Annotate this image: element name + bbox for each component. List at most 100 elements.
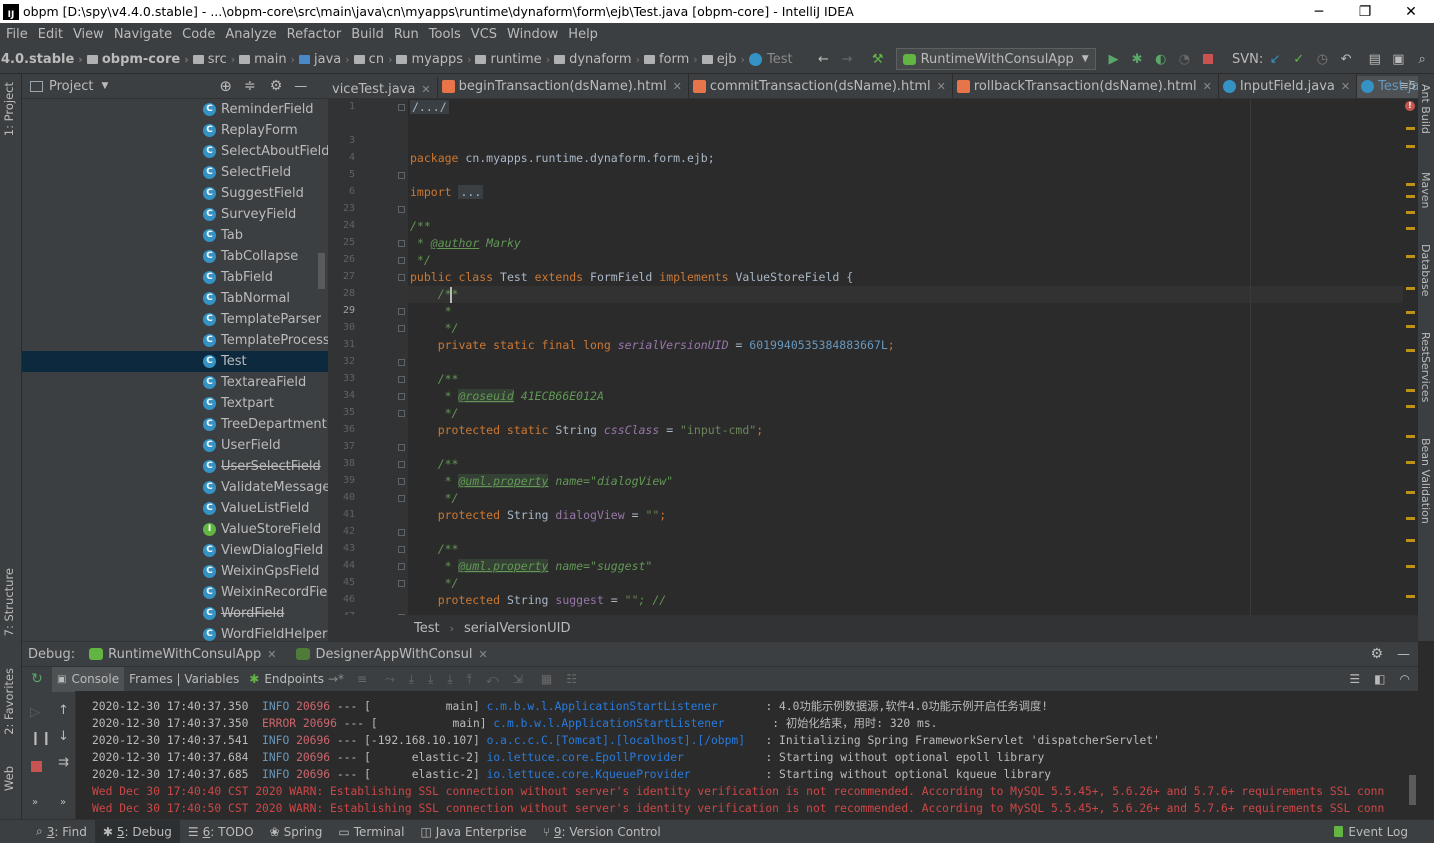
code-editor[interactable]: /.../ package cn.myapps.runtime.dynaform… [408, 99, 1398, 615]
menu-refactor[interactable]: Refactor [282, 27, 347, 42]
project-tree-item[interactable]: C TabNormal [22, 288, 328, 309]
fold-marker-icon[interactable] [398, 206, 405, 213]
project-tree-item[interactable]: C ReminderField [22, 99, 328, 120]
svn-history-icon[interactable]: ◷ [1316, 51, 1330, 67]
menu-file[interactable]: File [0, 27, 33, 42]
project-tree-item[interactable]: C ViewDialogField [22, 540, 328, 561]
error-icon[interactable]: ! [1405, 101, 1415, 111]
resume-icon[interactable]: ▷ [30, 705, 40, 720]
back-arrow-icon[interactable]: ← [817, 51, 831, 67]
warning-marker[interactable] [1406, 311, 1415, 314]
scroll-down-icon[interactable]: ↓ [58, 729, 69, 744]
project-tree-item[interactable]: I ValueStoreField [22, 519, 328, 540]
menu-view[interactable]: View [68, 27, 109, 42]
fold-marker-icon[interactable] [398, 274, 405, 281]
tool-tab-structure[interactable]: 7: Structure [2, 568, 16, 636]
warning-marker[interactable] [1406, 435, 1415, 438]
event-log-button[interactable]: Event Log [1326, 820, 1416, 843]
close-button[interactable]: ✕ [1388, 4, 1434, 20]
scroll-up-icon[interactable]: ↑ [58, 703, 69, 718]
profile-icon[interactable]: ◔ [1178, 51, 1192, 67]
project-tree-item[interactable]: C TabField [22, 267, 328, 288]
nav-crumb-main[interactable]: main › [237, 52, 297, 67]
drop-frame-icon[interactable]: ⤺ [486, 672, 499, 687]
run-with-coverage-icon[interactable]: ◐ [1154, 51, 1168, 67]
nav-crumb-java[interactable]: java › [297, 52, 352, 67]
project-tree-item[interactable]: C WeixinGpsField [22, 561, 328, 582]
close-icon[interactable]: ✕ [479, 648, 488, 661]
menu-lines-icon[interactable]: ≡ [357, 672, 367, 686]
trace-icon[interactable]: ☷ [566, 672, 577, 686]
project-tree-item[interactable]: C SuggestField [22, 183, 328, 204]
stop-icon[interactable] [1201, 51, 1215, 67]
nav-crumb-runtime[interactable]: runtime › [473, 52, 552, 67]
build-hammer-icon[interactable]: ⚒ [871, 51, 885, 67]
svn-commit-icon[interactable]: ✓ [1292, 51, 1306, 67]
close-icon[interactable]: ✕ [1203, 80, 1212, 93]
close-icon[interactable]: ✕ [267, 648, 276, 661]
minimize-button[interactable]: ─ [1296, 4, 1342, 20]
project-tree-item[interactable]: C ValueListField [22, 498, 328, 519]
nav-crumb-module[interactable]: obpm-core › [85, 52, 191, 67]
step-out-icon[interactable]: ⤒ [467, 672, 472, 687]
fold-marker-icon[interactable] [398, 393, 405, 400]
step-into-icon[interactable]: ⤓ [428, 672, 433, 687]
menu-analyze[interactable]: Analyze [220, 27, 281, 42]
warning-marker[interactable] [1406, 349, 1415, 352]
warning-marker[interactable] [1406, 287, 1415, 290]
fold-marker-icon[interactable] [398, 478, 405, 485]
project-tree-item[interactable]: C SelectField [22, 162, 328, 183]
debug-session-tab[interactable]: RuntimeWithConsulApp ✕ [89, 647, 276, 662]
fold-marker-icon[interactable] [398, 376, 405, 383]
project-tree-item[interactable]: C TreeDepartmentFi [22, 414, 328, 435]
fold-marker-icon[interactable] [398, 325, 405, 332]
nav-crumb-test[interactable]: Test [747, 52, 795, 67]
editor-tab[interactable]: beginTransaction(dsName).html ✕ [438, 74, 689, 98]
menu-edit[interactable]: Edit [33, 27, 68, 42]
warning-marker[interactable] [1406, 389, 1415, 392]
tool-tab-ant-build[interactable]: Ant Build [1419, 84, 1432, 134]
menu-vcs[interactable]: VCS [466, 27, 502, 42]
locate-target-icon[interactable]: ⊕ [219, 77, 232, 95]
maximize-button[interactable]: ❐ [1342, 4, 1388, 20]
project-tree-item[interactable]: C WordFieldHelper [22, 624, 328, 641]
debug-subtab-console[interactable]: ▣ Console [52, 666, 125, 692]
fold-marker-icon[interactable] [398, 495, 405, 502]
run-icon[interactable]: ▶ [1107, 51, 1121, 67]
run-configuration-select[interactable]: RuntimeWithConsulApp ▼ [895, 48, 1096, 70]
fold-marker-icon[interactable] [398, 529, 405, 536]
debug-icon[interactable]: ✱ [1130, 51, 1144, 67]
menu-tools[interactable]: Tools [424, 27, 466, 42]
gear-icon[interactable]: ⚙ [1370, 646, 1383, 662]
project-tree-item[interactable]: C SelectAboutField [22, 141, 328, 162]
evaluate-icon[interactable]: ▦ [541, 672, 552, 686]
warning-marker[interactable] [1406, 517, 1415, 520]
chevron-down-icon[interactable]: ▼ [101, 81, 108, 91]
fold-marker-icon[interactable] [398, 359, 405, 366]
error-stripe[interactable]: ! [1403, 99, 1418, 615]
project-tree-item[interactable]: C TemplateParser [22, 309, 328, 330]
fold-marker-icon[interactable] [398, 444, 405, 451]
project-tree-item[interactable]: C UserSelectField [22, 456, 328, 477]
nav-crumb-ejb[interactable]: ejb › [700, 52, 747, 67]
restore-layout-icon[interactable]: ◧ [1374, 672, 1385, 686]
layout-icon[interactable]: ☰ [1349, 672, 1360, 686]
project-tree-item[interactable]: C ValidateMessage [22, 477, 328, 498]
project-tree-item[interactable]: C ReplayForm [22, 120, 328, 141]
debug-session-tab[interactable]: DesignerAppWithConsul ✕ [296, 647, 488, 662]
tool-tab-bean-validation[interactable]: Bean Validation [1419, 438, 1432, 524]
collapse-all-icon[interactable]: ≑ [244, 78, 256, 94]
svn-update-icon[interactable]: ↙ [1268, 51, 1282, 67]
warning-marker[interactable] [1406, 211, 1415, 214]
warning-marker[interactable] [1406, 145, 1415, 148]
warning-marker[interactable] [1406, 565, 1415, 568]
project-tree-item[interactable]: C Tab [22, 225, 328, 246]
warning-marker[interactable] [1406, 491, 1415, 494]
warning-marker[interactable] [1406, 461, 1415, 464]
force-step-into-icon[interactable]: ⤓ [447, 672, 452, 687]
debug-subtab-frames[interactable]: Frames | Variables [124, 667, 244, 692]
project-tree-item[interactable]: C Textpart [22, 393, 328, 414]
warning-marker[interactable] [1406, 405, 1415, 408]
project-panel-title[interactable]: Project [49, 79, 93, 94]
fold-marker-icon[interactable] [398, 257, 405, 264]
